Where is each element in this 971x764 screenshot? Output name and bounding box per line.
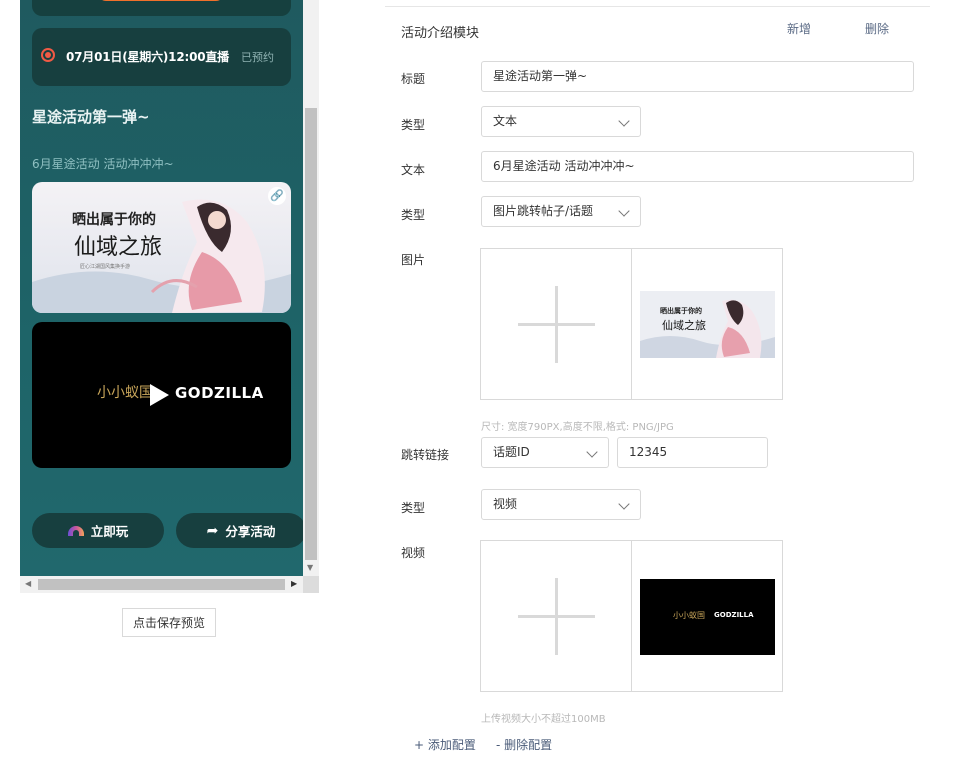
poster-tag: 匠心江湖国风集换手游: [80, 263, 130, 270]
uploaded-image-thumbnail[interactable]: 晒出属于你的 仙域之旅: [640, 291, 775, 358]
type-select-3[interactable]: 视频: [481, 489, 641, 520]
video-size-hint: 上传视频大小不超过100MB: [481, 714, 606, 725]
activity-poster-image[interactable]: 晒出属于你的 仙域之旅 匠心江湖国风集换手游 🔗: [32, 182, 291, 313]
remove-config-button[interactable]: - 删除配置: [496, 736, 552, 753]
jump-link-label: 跳转链接: [401, 448, 450, 462]
scroll-right-arrow-icon[interactable]: ▶: [291, 579, 297, 588]
svg-text:晒出属于你的: 晒出属于你的: [660, 306, 702, 315]
text-input[interactable]: 6月星途活动 活动冲冲冲~: [481, 151, 914, 182]
play-now-button[interactable]: 立即玩: [32, 513, 164, 548]
image-uploader: 晒出属于你的 仙域之旅: [480, 248, 783, 400]
add-module-button[interactable]: 新增: [787, 20, 811, 37]
plus-icon-vertical[interactable]: [555, 286, 558, 363]
type-label-1: 类型: [401, 118, 426, 132]
play-icon[interactable]: [150, 384, 169, 406]
scroll-down-arrow-icon[interactable]: ▼: [307, 563, 313, 572]
type-label-3: 类型: [401, 501, 426, 515]
link-icon[interactable]: 🔗: [268, 187, 286, 205]
jump-id-input[interactable]: 12345: [617, 437, 768, 468]
share-activity-label: 分享活动: [225, 524, 276, 539]
chevron-down-icon: [618, 205, 630, 217]
video-brand-cn: 小小蚁国: [97, 385, 153, 401]
type-select-1[interactable]: 文本: [481, 106, 641, 137]
type-select-2[interactable]: 图片跳转帖子/话题: [481, 196, 641, 227]
chevron-down-icon: [586, 446, 598, 458]
poster-line2: 仙域之旅: [74, 235, 162, 260]
add-config-button[interactable]: + 添加配置: [414, 736, 476, 753]
video-thumb-brand-en: GODZILLA: [714, 611, 754, 619]
orange-button-edge[interactable]: [98, 0, 224, 1]
mobile-preview: 07月01日(星期六)12:00直播 已预约 星途活动第一弹~ 6月星途活动 活…: [20, 0, 319, 593]
jump-type-select[interactable]: 话题ID: [481, 437, 609, 468]
reserved-status[interactable]: 已预约: [241, 49, 274, 65]
live-time: 07月01日(星期六)12:00直播: [66, 50, 229, 64]
type-label-2: 类型: [401, 208, 426, 222]
vertical-scroll-thumb[interactable]: [305, 108, 317, 560]
type-select-2-value: 图片跳转帖子/话题: [493, 204, 594, 218]
video-label: 视频: [401, 546, 426, 560]
live-record-icon: [41, 48, 55, 62]
play-now-label: 立即玩: [90, 524, 129, 539]
top-card: [32, 0, 291, 16]
scroll-left-arrow-icon[interactable]: ◀: [25, 579, 31, 588]
jump-type-value: 话题ID: [493, 445, 530, 459]
title-label: 标题: [401, 72, 426, 86]
image-label: 图片: [401, 253, 426, 267]
svg-text:仙域之旅: 仙域之旅: [662, 318, 706, 332]
activity-title: 星途活动第一弹~: [32, 108, 150, 126]
text-label: 文本: [401, 163, 426, 177]
activity-video-player[interactable]: 小小蚁国 GODZILLA: [32, 322, 291, 468]
chevron-down-icon: [618, 498, 630, 510]
image-size-hint: 尺寸: 宽度790PX,高度不限,格式: PNG/JPG: [481, 422, 674, 433]
scrollbar-corner: [303, 576, 319, 593]
title-input[interactable]: 星途活动第一弹~: [481, 61, 914, 92]
share-icon: ➦: [206, 522, 219, 539]
vertical-scrollbar[interactable]: ▼: [303, 0, 319, 576]
delete-module-button[interactable]: 删除: [865, 20, 889, 37]
preview-content[interactable]: 07月01日(星期六)12:00直播 已预约 星途活动第一弹~ 6月星途活动 活…: [20, 0, 303, 576]
live-schedule-card: 07月01日(星期六)12:00直播 已预约: [32, 28, 291, 86]
plus-icon-vertical[interactable]: [555, 578, 558, 655]
rainbow-icon: [67, 525, 84, 536]
horizontal-scrollbar[interactable]: ◀ ▶: [20, 576, 303, 593]
poster-line1: 晒出属于你的: [72, 211, 156, 228]
horizontal-scroll-thumb[interactable]: [38, 579, 285, 590]
share-activity-button[interactable]: ➦ 分享活动: [176, 513, 303, 548]
uploader-divider: [631, 541, 632, 691]
activity-subtitle: 6月星途活动 活动冲冲冲~: [32, 157, 174, 171]
type-select-1-value: 文本: [493, 114, 518, 128]
module-title: 活动介绍模块: [401, 26, 480, 41]
save-preview-button[interactable]: 点击保存预览: [122, 608, 216, 637]
video-thumb-brand-cn: 小小蚁国: [673, 611, 705, 620]
type-select-3-value: 视频: [493, 497, 518, 511]
chevron-down-icon: [618, 115, 630, 127]
uploader-divider: [631, 249, 632, 399]
video-uploader: 小小蚁国 GODZILLA: [480, 540, 783, 692]
form-divider: [385, 6, 930, 7]
video-brand-en: GODZILLA: [175, 384, 264, 402]
uploaded-video-thumbnail[interactable]: 小小蚁国 GODZILLA: [640, 579, 775, 655]
